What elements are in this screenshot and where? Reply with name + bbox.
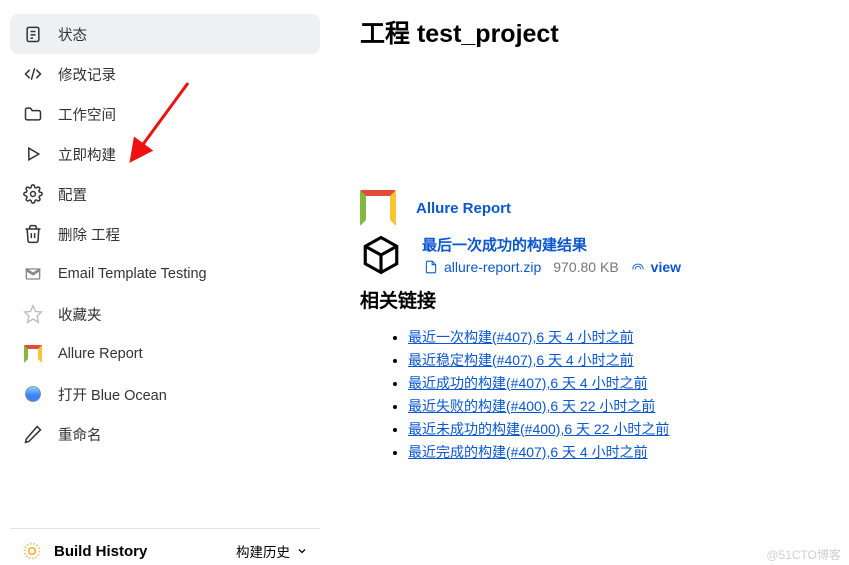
mail-icon bbox=[22, 263, 44, 285]
view-link[interactable]: view bbox=[631, 259, 681, 275]
nav-label: 修改记录 bbox=[58, 64, 116, 85]
artifact-file-link[interactable]: allure-report.zip bbox=[424, 259, 541, 275]
nav-label: 状态 bbox=[58, 24, 87, 45]
allure-icon bbox=[22, 343, 44, 365]
allure-report-block: Allure Report bbox=[360, 190, 829, 226]
allure-report-link[interactable]: Allure Report bbox=[416, 200, 511, 217]
nav-label: Allure Report bbox=[58, 346, 143, 362]
artifact-size: 970.80 KB bbox=[553, 259, 618, 275]
nav-email-template[interactable]: Email Template Testing bbox=[10, 254, 320, 294]
last-successful-build-link[interactable]: 最后一次成功的构建结果 bbox=[422, 234, 681, 255]
related-links-heading: 相关链接 bbox=[360, 286, 829, 313]
build-history-header[interactable]: Build History 构建历史 bbox=[10, 528, 320, 565]
trash-icon bbox=[22, 223, 44, 245]
clipboard-icon bbox=[22, 23, 44, 45]
cube-icon bbox=[360, 234, 402, 276]
nav-label: 立即构建 bbox=[58, 144, 116, 165]
star-icon bbox=[22, 303, 44, 325]
artifact-block: 最后一次成功的构建结果 allure-report.zip 970.80 KB … bbox=[360, 234, 829, 276]
link-failed-build[interactable]: 最近失败的构建(#400),6 天 22 小时之前 bbox=[408, 398, 655, 414]
nav-configure[interactable]: 配置 bbox=[10, 174, 320, 214]
folder-icon bbox=[22, 103, 44, 125]
gear-icon bbox=[22, 183, 44, 205]
link-completed-build[interactable]: 最近完成的构建(#407),6 天 4 小时之前 bbox=[408, 444, 648, 460]
related-links-list: 最近一次构建(#407),6 天 4 小时之前 最近稳定构建(#407),6 天… bbox=[360, 327, 829, 462]
nav-label: 工作空间 bbox=[58, 104, 116, 125]
nav-delete[interactable]: 删除 工程 bbox=[10, 214, 320, 254]
nav-rename[interactable]: 重命名 bbox=[10, 414, 320, 454]
sidebar: 状态 修改记录 工作空间 立即构建 配置 删除 工程 Email Templat… bbox=[0, 0, 330, 565]
nav-label: 删除 工程 bbox=[58, 224, 120, 245]
build-history-label: Build History bbox=[54, 543, 224, 560]
nav-label: 打开 Blue Ocean bbox=[58, 384, 167, 405]
watermark: @51CTO博客 bbox=[766, 546, 841, 563]
code-icon bbox=[22, 63, 44, 85]
blue-ocean-icon bbox=[22, 383, 44, 405]
link-successful-build[interactable]: 最近成功的构建(#407),6 天 4 小时之前 bbox=[408, 375, 648, 391]
nav-label: Email Template Testing bbox=[58, 266, 207, 282]
link-recent-build[interactable]: 最近一次构建(#407),6 天 4 小时之前 bbox=[408, 329, 634, 345]
nav-label: 配置 bbox=[58, 184, 87, 205]
fingerprint-icon bbox=[631, 260, 645, 274]
allure-icon bbox=[360, 190, 396, 226]
nav-allure[interactable]: Allure Report bbox=[10, 334, 320, 374]
nav-build-now[interactable]: 立即构建 bbox=[10, 134, 320, 174]
nav-workspace[interactable]: 工作空间 bbox=[10, 94, 320, 134]
nav-status[interactable]: 状态 bbox=[10, 14, 320, 54]
link-unsuccessful-build[interactable]: 最近未成功的构建(#400),6 天 22 小时之前 bbox=[408, 421, 669, 437]
play-icon bbox=[22, 143, 44, 165]
sun-icon bbox=[22, 541, 42, 561]
nav-favorites[interactable]: 收藏夹 bbox=[10, 294, 320, 334]
pencil-icon bbox=[22, 423, 44, 445]
nav-blue-ocean[interactable]: 打开 Blue Ocean bbox=[10, 374, 320, 414]
main-content: 工程 test_project Allure Report 最后一次成功的构建结… bbox=[330, 0, 849, 565]
nav-label: 收藏夹 bbox=[58, 304, 102, 325]
link-stable-build[interactable]: 最近稳定构建(#407),6 天 4 小时之前 bbox=[408, 352, 634, 368]
nav-label: 重命名 bbox=[58, 424, 102, 445]
chevron-down-icon bbox=[296, 545, 308, 557]
page-title: 工程 test_project bbox=[360, 14, 829, 50]
file-icon bbox=[424, 260, 438, 274]
build-history-toggle[interactable]: 构建历史 bbox=[236, 541, 308, 561]
nav-changes[interactable]: 修改记录 bbox=[10, 54, 320, 94]
